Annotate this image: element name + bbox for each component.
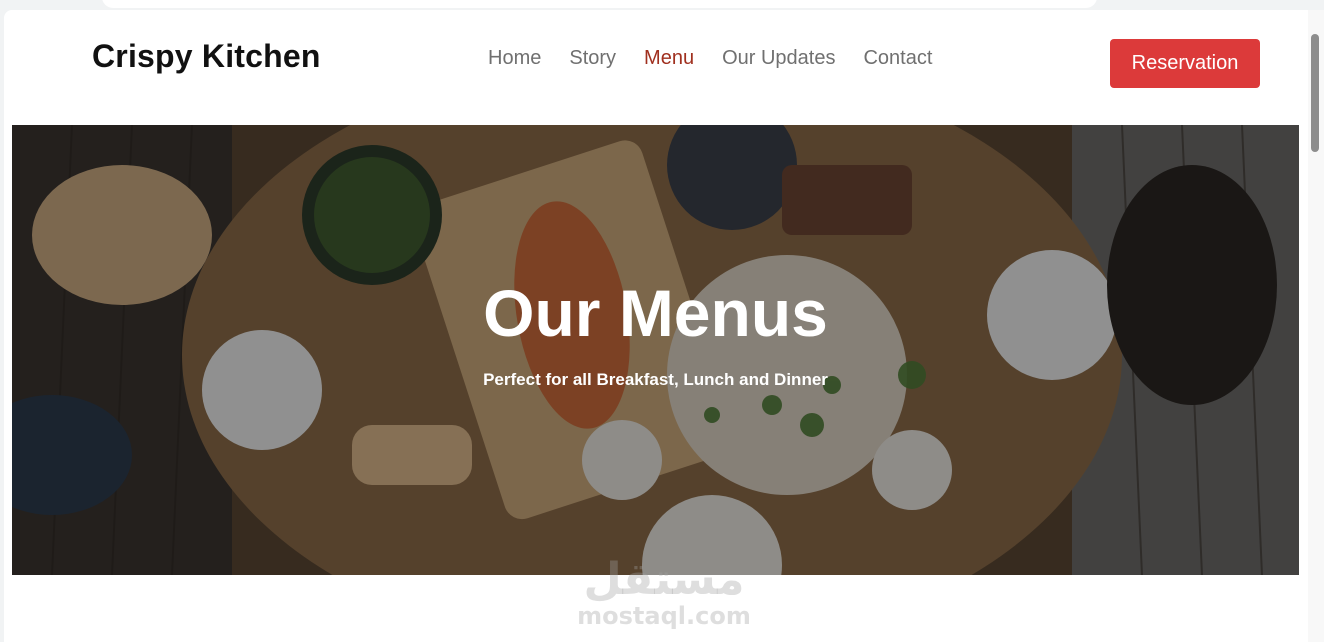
browser-top-strip (0, 0, 1324, 10)
reservation-button[interactable]: Reservation (1110, 39, 1260, 88)
nav-link-home[interactable]: Home (488, 47, 541, 70)
nav-link-contact[interactable]: Contact (863, 47, 932, 70)
nav-link-our-updates[interactable]: Our Updates (722, 47, 835, 70)
brand-logo[interactable]: Crispy Kitchen (92, 38, 321, 75)
page-viewport: Crispy Kitchen Home Story Menu Our Updat… (4, 10, 1308, 642)
nav-link-menu[interactable]: Menu (644, 47, 694, 70)
nav-link-story[interactable]: Story (569, 47, 616, 70)
scrollbar-thumb[interactable] (1311, 34, 1319, 152)
hero-subtitle: Perfect for all Breakfast, Lunch and Din… (483, 370, 828, 389)
hero-banner: Our Menus Perfect for all Breakfast, Lun… (12, 125, 1299, 575)
watermark: مستقل mostaql.com (564, 554, 764, 631)
page-scrollbar[interactable] (1308, 10, 1324, 642)
watermark-latin-text: mostaql.com (577, 602, 751, 630)
hero-title: Our Menus (483, 276, 828, 350)
address-bar[interactable] (102, 0, 1097, 8)
navbar: Crispy Kitchen Home Story Menu Our Updat… (4, 10, 1308, 125)
main-nav: Home Story Menu Our Updates Contact (488, 47, 932, 70)
watermark-arabic-text: مستقل (583, 554, 745, 605)
